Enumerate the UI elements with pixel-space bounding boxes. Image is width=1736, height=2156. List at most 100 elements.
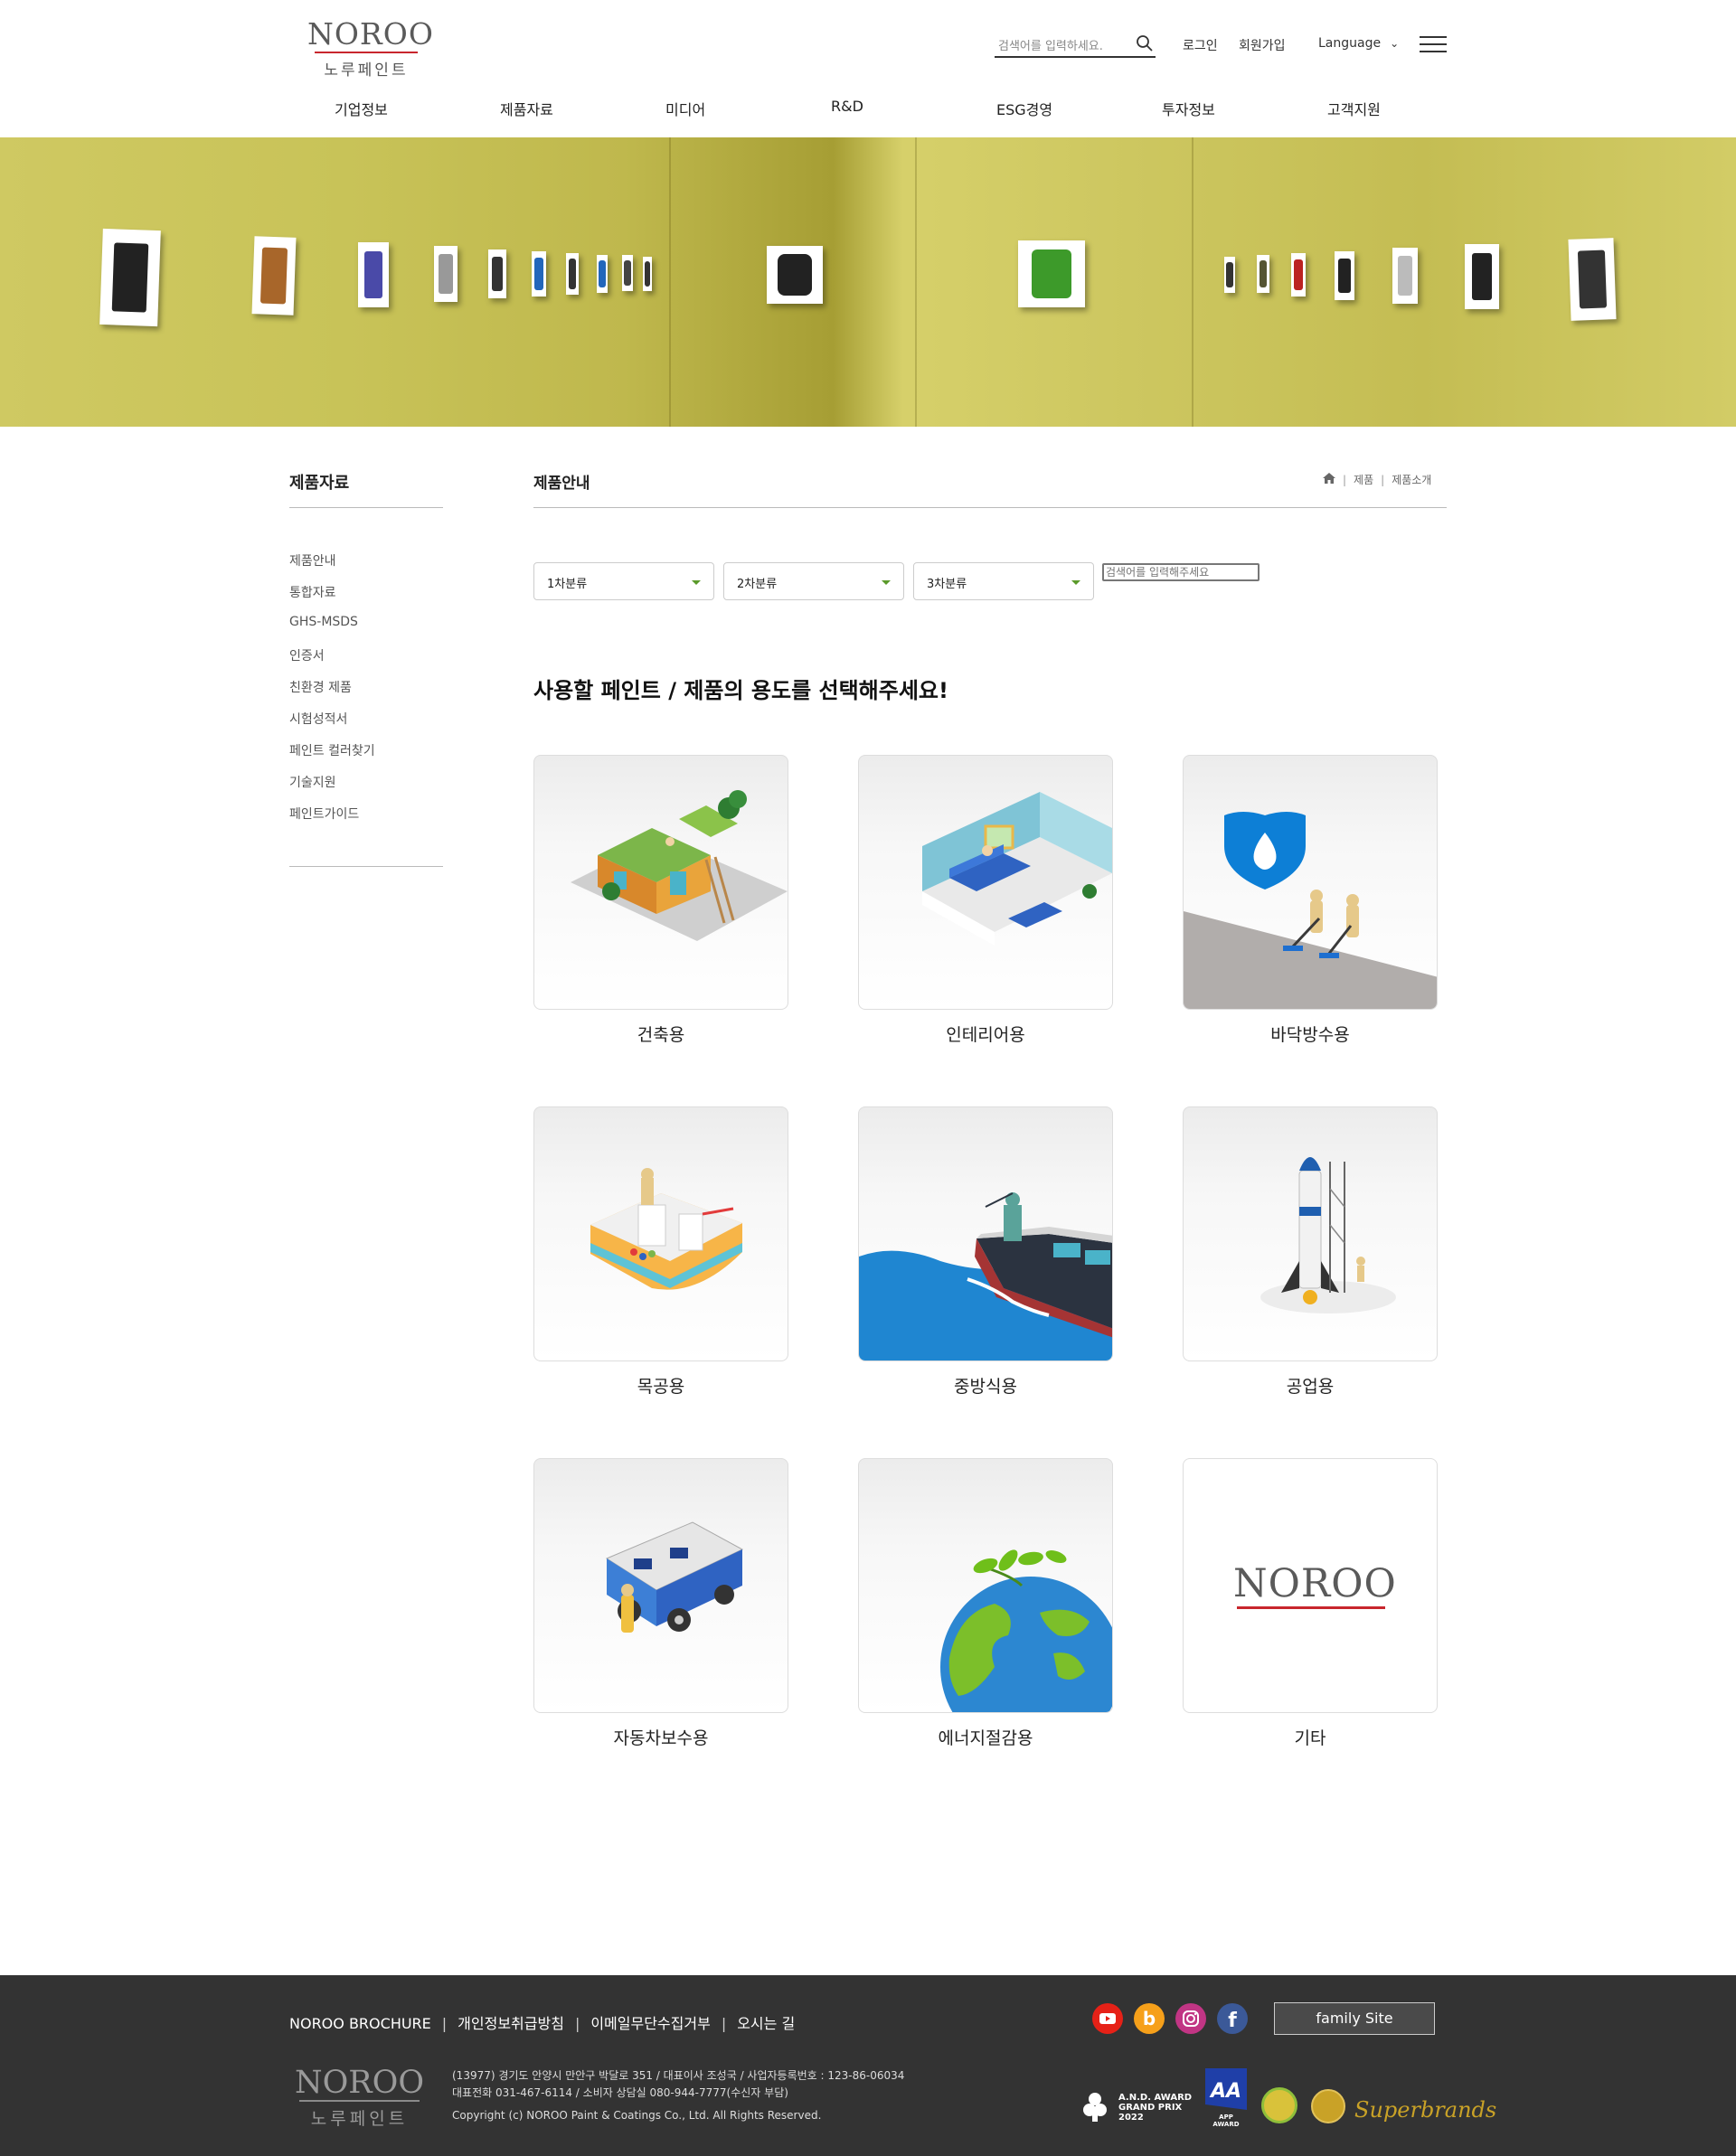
product-frame (434, 246, 458, 302)
category-label[interactable]: 중방식용 (858, 1373, 1113, 1398)
filter-select-3[interactable]: 3차분류 (913, 562, 1094, 600)
lnb-item-integrated-data[interactable]: 통합자료 (289, 583, 336, 601)
chevron-down-icon (882, 580, 891, 585)
product-frame (358, 242, 389, 307)
footer-link-email-policy[interactable]: 이메일무단수집거부 (590, 2015, 710, 2032)
blog-icon[interactable]: b (1134, 2003, 1165, 2034)
gold-medal-icon (1311, 2089, 1345, 2123)
category-label[interactable]: 목공용 (533, 1373, 788, 1398)
family-site-select[interactable]: family Site (1274, 2002, 1435, 2035)
footer-copyright: Copyright (c) NOROO Paint & Coatings Co.… (452, 2109, 822, 2122)
product-frame (1224, 257, 1235, 293)
product-frame (566, 253, 579, 295)
instagram-icon[interactable] (1175, 2003, 1206, 2034)
earth-icon (940, 1549, 1112, 1712)
category-card-architecture[interactable] (533, 755, 788, 1010)
category-card-floor-waterproof[interactable] (1183, 755, 1438, 1010)
product-frame (622, 255, 633, 291)
category-label[interactable]: 기타 (1183, 1725, 1438, 1749)
filter-select-2[interactable]: 2차분류 (723, 562, 904, 600)
category-card-automotive[interactable] (533, 1458, 788, 1713)
language-select[interactable]: Language ⌄ (1318, 36, 1399, 51)
footer-link-brochure[interactable]: NOROO BROCHURE (289, 2015, 431, 2032)
nav-item-ir[interactable]: 투자정보 (1162, 98, 1215, 119)
noroo-logo-icon: NOROO (1233, 1563, 1396, 1609)
nav-item-rnd[interactable]: R&D (831, 98, 863, 115)
breadcrumb-item[interactable]: 제품소개 (1392, 474, 1431, 486)
category-card-industrial[interactable] (1183, 1106, 1438, 1361)
product-frame (597, 255, 608, 293)
product-frame (1335, 251, 1354, 300)
award-medal-icon (1261, 2087, 1297, 2123)
product-search-input[interactable] (1102, 563, 1260, 581)
ship-icon (859, 1192, 1112, 1360)
search-icon[interactable] (1136, 34, 1154, 56)
category-label[interactable]: 공업용 (1183, 1373, 1438, 1398)
category-card-heavy-duty[interactable] (858, 1106, 1113, 1361)
nav-item-company[interactable]: 기업정보 (335, 98, 388, 119)
filter-select-1[interactable]: 1차분류 (533, 562, 714, 600)
lnb-item-paint-guide[interactable]: 페인트가이드 (289, 805, 359, 823)
chevron-down-icon: ⌄ (1390, 37, 1400, 50)
product-frame (1465, 244, 1499, 309)
and-award-icon (1081, 2091, 1109, 2122)
app-award-text: APP AWARD (1212, 2114, 1240, 2128)
nav-item-products[interactable]: 제품자료 (500, 98, 553, 119)
chevron-down-icon (692, 580, 701, 585)
footer-phone: 대표전화 031-467-6114 / 소비자 상담실 080-944-7777… (452, 2086, 788, 2099)
category-card-energy-saving[interactable] (858, 1458, 1113, 1713)
filter-select-label: 3차분류 (927, 578, 967, 591)
category-label[interactable]: 인테리어용 (858, 1022, 1113, 1046)
lnb-item-color-finder[interactable]: 페인트 컬러찾기 (289, 741, 375, 759)
category-card-woodwork[interactable] (533, 1106, 788, 1361)
footer-company-info: (13977) 경기도 안양시 만안구 박달로 351 / 대표이사 조성국 /… (452, 2067, 904, 2102)
content-divider (533, 507, 1447, 508)
home-icon[interactable] (1323, 473, 1335, 486)
category-headline: 사용할 페인트 / 제품의 용도를 선택해주세요! (533, 678, 948, 703)
footer-logo: NOROO 노루페인트 (294, 2066, 425, 2130)
noroo-logo[interactable]: NOROO 노루페인트 (307, 16, 434, 80)
site-footer: NOROO BROCHURE | 개인정보취급방침 | 이메일무단수집거부 | 오시는 길 … (0, 1975, 1736, 2156)
breadcrumb-item[interactable]: 제품 (1354, 474, 1373, 486)
footer-link-privacy[interactable]: 개인정보취급방침 (458, 2015, 564, 2032)
house-construction-icon (571, 790, 788, 941)
hero-banner (0, 137, 1736, 427)
facebook-icon[interactable]: f (1217, 2003, 1248, 2034)
category-label[interactable]: 바닥방수용 (1183, 1022, 1438, 1046)
rocket-icon (1260, 1157, 1396, 1313)
nav-item-support[interactable]: 고객지원 (1327, 98, 1381, 119)
youtube-icon[interactable] (1092, 2003, 1123, 2034)
lnb-item-certificates[interactable]: 인증서 (289, 646, 325, 664)
product-frame (488, 249, 506, 298)
lnb-item-test-reports[interactable]: 시험성적서 (289, 710, 347, 728)
nav-item-esg[interactable]: ESG경영 (996, 98, 1052, 119)
product-frame (532, 251, 546, 297)
product-frame (1291, 253, 1306, 297)
footer-logo-word: NOROO (294, 2065, 425, 2101)
header-search-input[interactable]: 검색어를 입력하세요. (995, 31, 1156, 58)
svg-text:f: f (1228, 2010, 1237, 2032)
category-label[interactable]: 에너지절감용 (858, 1725, 1113, 1749)
svg-text:AA: AA (1209, 2080, 1241, 2103)
lnb-item-ghs-msds[interactable]: GHS-MSDS (289, 615, 358, 629)
nav-item-media[interactable]: 미디어 (665, 98, 705, 119)
category-label[interactable]: 자동차보수용 (533, 1725, 788, 1749)
category-card-other[interactable]: NOROO (1183, 1458, 1438, 1713)
lnb-item-eco-products[interactable]: 친환경 제품 (289, 678, 352, 696)
site-header: NOROO 노루페인트 검색어를 입력하세요. 로그인 회원가입 Languag… (0, 0, 1736, 137)
lnb-item-tech-support[interactable]: 기술지원 (289, 773, 336, 791)
logo-word: NOROO (307, 16, 434, 52)
category-card-interior[interactable] (858, 755, 1113, 1010)
product-frame (251, 236, 297, 315)
product-frame (1018, 240, 1085, 307)
category-label[interactable]: 건축용 (533, 1022, 788, 1046)
lnb-item-product-guide[interactable]: 제품안내 (289, 551, 336, 570)
car-icon (605, 1521, 744, 1633)
join-link[interactable]: 회원가입 (1239, 36, 1286, 54)
lnb-title: 제품자료 (289, 474, 350, 493)
svg-text:b: b (1143, 2008, 1156, 2029)
menu-icon[interactable] (1420, 36, 1447, 54)
footer-link-directions[interactable]: 오시는 길 (737, 2015, 795, 2032)
login-link[interactable]: 로그인 (1183, 36, 1218, 54)
footer-links: NOROO BROCHURE | 개인정보취급방침 | 이메일무단수집거부 | 오시는 길 (289, 2015, 796, 2032)
